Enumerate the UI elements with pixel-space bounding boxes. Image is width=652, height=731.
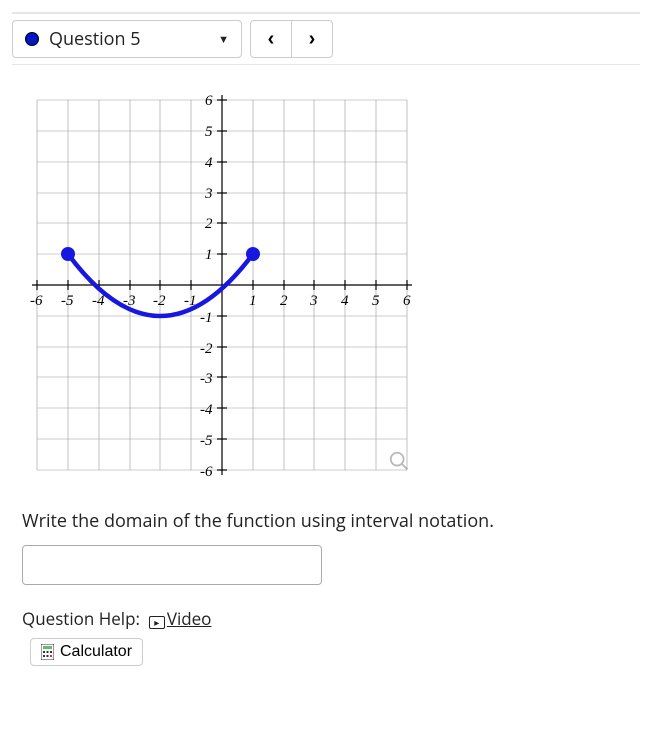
y-tick-labels: 6 5 4 3 2 1 -1 -2 -3 -4 -5 -6 <box>200 93 213 480</box>
caret-down-icon: ▼ <box>218 32 229 47</box>
question-help-row: Question Help: ▸Video <box>22 607 640 630</box>
svg-text:2: 2 <box>205 216 213 232</box>
chevron-left-icon: ‹ <box>268 28 275 51</box>
video-link-text: Video <box>167 607 212 630</box>
prev-question-button[interactable]: ‹ <box>250 20 292 58</box>
svg-text:4: 4 <box>205 155 213 171</box>
graph-svg: -6 -5 -4 -3 -2 -1 1 2 3 4 5 6 6 5 4 3 2 1 -1 -2 -3 -4 -5 -6 <box>22 85 422 485</box>
answer-input[interactable] <box>22 545 322 585</box>
svg-text:-4: -4 <box>200 402 213 418</box>
play-icon: ▸ <box>149 616 165 629</box>
svg-text:-5: -5 <box>61 293 74 309</box>
question-dropdown[interactable]: Question 5 ▼ <box>12 20 242 58</box>
endpoint-right <box>246 247 260 261</box>
help-label: Question Help: <box>22 607 140 630</box>
next-question-button[interactable]: › <box>291 20 333 58</box>
svg-text:-3: -3 <box>200 371 213 387</box>
svg-text:2: 2 <box>280 293 288 309</box>
svg-text:3: 3 <box>309 293 318 309</box>
svg-text:-1: -1 <box>200 310 213 326</box>
svg-text:-2: -2 <box>200 341 213 357</box>
svg-text:-2: -2 <box>153 293 166 309</box>
svg-text:-5: -5 <box>200 433 213 449</box>
svg-text:5: 5 <box>372 293 380 309</box>
x-tick-labels: -6-5-4-3-2-1 123456 <box>30 293 411 309</box>
status-dot-icon <box>25 32 39 46</box>
calculator-button[interactable]: Calculator <box>30 638 143 666</box>
chevron-right-icon: › <box>309 28 316 51</box>
function-graph: -6 -5 -4 -3 -2 -1 1 2 3 4 5 6 6 5 4 3 2 1 -1 -2 -3 -4 -5 -6 <box>22 85 422 485</box>
svg-text:1: 1 <box>249 293 257 309</box>
endpoint-left <box>61 247 75 261</box>
magnify-icon[interactable] <box>388 450 410 477</box>
svg-text:-6: -6 <box>30 293 43 309</box>
svg-text:-4: -4 <box>92 293 105 309</box>
svg-text:6: 6 <box>403 293 411 309</box>
question-prompt: Write the domain of the function using i… <box>22 509 640 533</box>
question-label: Question 5 <box>49 27 218 51</box>
calculator-icon <box>41 644 54 660</box>
svg-text:4: 4 <box>341 293 349 309</box>
question-nav-bar: Question 5 ▼ ‹ › <box>12 12 640 65</box>
svg-text:6: 6 <box>205 93 213 109</box>
svg-text:5: 5 <box>205 124 213 140</box>
svg-text:3: 3 <box>204 186 213 202</box>
nav-button-group: ‹ › <box>250 20 333 58</box>
video-link[interactable]: ▸Video <box>149 607 212 630</box>
svg-text:-6: -6 <box>200 464 213 480</box>
svg-text:1: 1 <box>205 247 213 263</box>
calculator-label: Calculator <box>60 643 132 661</box>
